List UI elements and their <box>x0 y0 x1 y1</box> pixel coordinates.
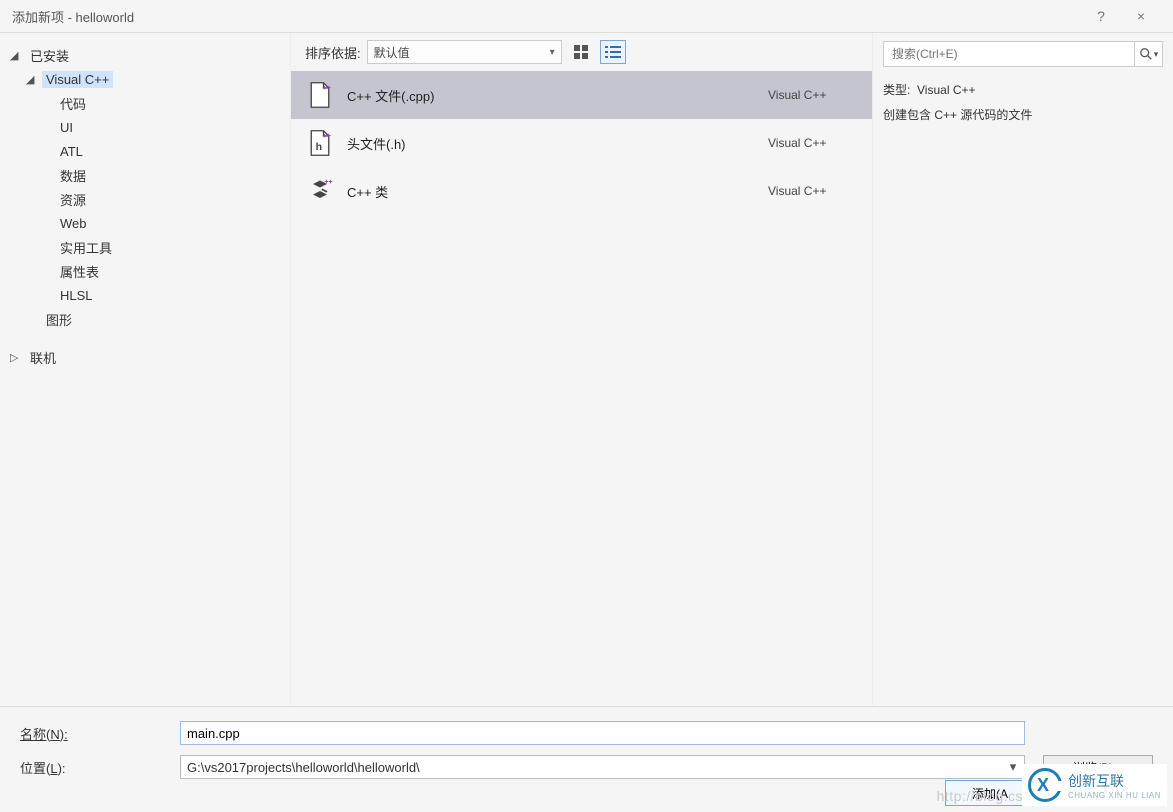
tree-label: HLSL <box>56 287 97 304</box>
tree-child[interactable]: 代码 <box>4 91 286 115</box>
template-item-cpp-file[interactable]: ++ C++ 文件(.cpp) Visual C++ <box>291 71 872 119</box>
tree-label: 资源 <box>56 189 90 210</box>
location-combo[interactable]: G:\vs2017projects\helloworld\helloworld\… <box>180 755 1025 779</box>
tree-label: 图形 <box>42 309 76 330</box>
template-name: C++ 类 <box>347 182 768 201</box>
tree-visual-cpp[interactable]: ◢ Visual C++ <box>4 67 286 91</box>
search-icon <box>1139 47 1153 61</box>
help-button[interactable]: ? <box>1081 8 1121 24</box>
sort-value: 默认值 <box>374 44 410 61</box>
view-grid-button[interactable] <box>568 40 594 64</box>
titlebar: 添加新项 - helloworld ? × <box>0 0 1173 32</box>
chevron-down-icon: ◢ <box>10 49 26 62</box>
chevron-down-icon: ▾ <box>1154 49 1159 60</box>
brand-logo-icon: X <box>1028 768 1062 802</box>
chevron-right-icon: ▷ <box>10 351 26 364</box>
detail-description: 创建包含 C++ 源代码的文件 <box>883 106 1163 123</box>
search-button[interactable]: ▾ <box>1134 42 1162 66</box>
window-title: 添加新项 - helloworld <box>12 7 134 26</box>
close-button[interactable]: × <box>1121 8 1161 24</box>
tree-child[interactable]: UI <box>4 115 286 139</box>
tree-label: 属性表 <box>56 261 103 282</box>
tree-online[interactable]: ▷ 联机 <box>4 345 286 369</box>
template-item-cpp-class[interactable]: ++ C++ 类 Visual C++ <box>291 167 872 215</box>
tree-label: Visual C++ <box>42 71 113 88</box>
name-label: 名称(N): <box>20 724 180 743</box>
template-category: Visual C++ <box>768 88 858 102</box>
location-label: 位置(L): <box>20 758 180 777</box>
brand-name: 创新互联 <box>1068 771 1161 791</box>
tree-child[interactable]: Web <box>4 211 286 235</box>
search-input[interactable] <box>884 47 1134 61</box>
template-category: Visual C++ <box>768 184 858 198</box>
tree-label: 实用工具 <box>56 237 116 258</box>
tree-label: 数据 <box>56 165 90 186</box>
svg-text:h: h <box>316 141 322 153</box>
bottom-form: 名称(N): 位置(L): G:\vs2017projects\hellowor… <box>0 706 1173 779</box>
center-toolbar: 排序依据: 默认值 ▾ <box>291 33 872 71</box>
tree-child[interactable]: 属性表 <box>4 259 286 283</box>
list-icon <box>605 45 621 59</box>
template-name: 头文件(.h) <box>347 134 768 153</box>
svg-text:++: ++ <box>324 179 332 186</box>
brand-sub: CHUANG XIN HU LIAN <box>1068 791 1161 800</box>
name-input[interactable] <box>180 721 1025 745</box>
sort-label: 排序依据: <box>305 43 361 62</box>
detail-type: 类型: Visual C++ <box>883 81 1163 98</box>
tree-label: 代码 <box>56 93 90 114</box>
tree-child[interactable]: HLSL <box>4 283 286 307</box>
chevron-down-icon: ◢ <box>26 73 42 86</box>
template-list: ++ C++ 文件(.cpp) Visual C++ h++ 头文件(.h) V… <box>291 71 872 706</box>
tree-label: 联机 <box>26 347 60 368</box>
svg-text:++: ++ <box>323 133 331 140</box>
chevron-down-icon: ▾ <box>550 47 555 58</box>
grid-icon <box>574 45 588 59</box>
brand-badge: X 创新互联 CHUANG XIN HU LIAN <box>1022 764 1167 806</box>
search-box[interactable]: ▾ <box>883 41 1163 67</box>
cpp-file-icon: ++ <box>305 80 335 110</box>
category-tree: ◢ 已安装 ◢ Visual C++ 代码 UI ATL 数据 资源 Web 实… <box>0 33 290 706</box>
chevron-down-icon: ▾ <box>1004 759 1022 775</box>
svg-text:++: ++ <box>323 85 331 92</box>
template-item-header-file[interactable]: h++ 头文件(.h) Visual C++ <box>291 119 872 167</box>
tree-graphics[interactable]: 图形 <box>4 307 286 331</box>
template-category: Visual C++ <box>768 136 858 150</box>
tree-child[interactable]: 实用工具 <box>4 235 286 259</box>
details-panel: ▾ 类型: Visual C++ 创建包含 C++ 源代码的文件 <box>873 33 1173 706</box>
view-list-button[interactable] <box>600 40 626 64</box>
template-name: C++ 文件(.cpp) <box>347 86 768 105</box>
location-value: G:\vs2017projects\helloworld\helloworld\ <box>187 760 420 775</box>
cpp-class-icon: ++ <box>305 176 335 206</box>
sort-dropdown[interactable]: 默认值 ▾ <box>367 40 562 64</box>
tree-installed[interactable]: ◢ 已安装 <box>4 43 286 67</box>
tree-label: ATL <box>56 143 87 160</box>
header-file-icon: h++ <box>305 128 335 158</box>
tree-label: 已安装 <box>26 45 73 66</box>
tree-child[interactable]: ATL <box>4 139 286 163</box>
tree-child[interactable]: 资源 <box>4 187 286 211</box>
tree-label: UI <box>56 119 77 136</box>
tree-child[interactable]: 数据 <box>4 163 286 187</box>
tree-label: Web <box>56 215 91 232</box>
